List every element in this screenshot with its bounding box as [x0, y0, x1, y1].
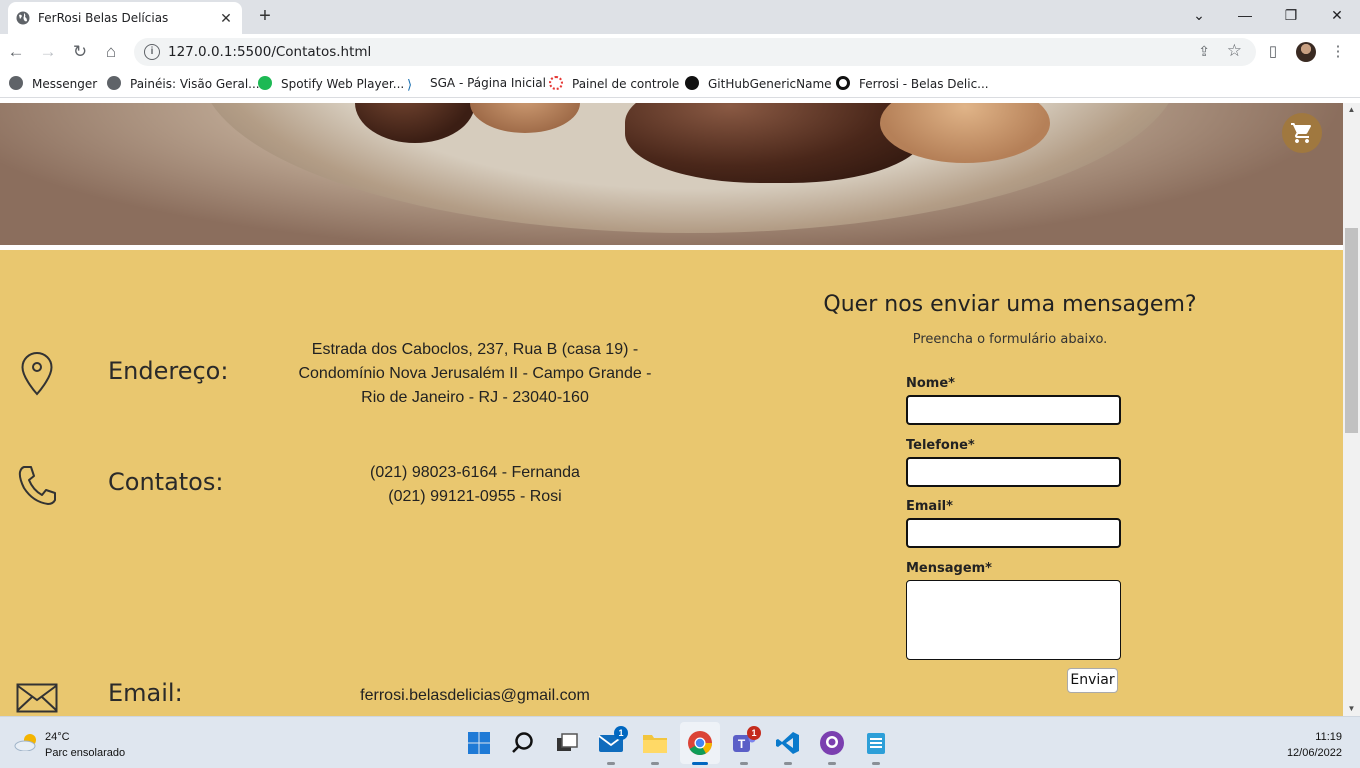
screen: FerRosi Belas Delícias ✕ + ⌄ — ❐ ✕ ← → ↻…: [0, 0, 1360, 768]
browser-toolbar: ← → ↻ ⌂ i 127.0.0.1:5500/Contatos.html ⇪…: [0, 34, 1360, 70]
envelope-icon: [16, 683, 58, 713]
name-field-label: Nome*: [906, 376, 955, 391]
file-explorer-icon[interactable]: [642, 730, 668, 765]
location-pin-icon: [21, 351, 53, 396]
tab-title: FerRosi Belas Delícias: [38, 11, 169, 25]
scroll-up-icon[interactable]: ▲: [1343, 103, 1360, 117]
message-textarea[interactable]: [906, 580, 1121, 660]
forward-arrow-icon[interactable]: →: [37, 41, 59, 63]
teams-badge: 1: [747, 726, 761, 740]
svg-text:T: T: [738, 737, 746, 751]
chrome-icon[interactable]: [687, 730, 713, 765]
weather-temp[interactable]: 24°C: [45, 731, 70, 743]
address-label: Endereço:: [108, 357, 229, 385]
globe-icon: [107, 76, 121, 90]
email-field[interactable]: [906, 518, 1121, 548]
windows-taskbar: 24°C Parc ensolarado 1 T 1 11:19 12/06/2…: [0, 716, 1360, 768]
url-text[interactable]: 127.0.0.1:5500/Contatos.html: [168, 44, 371, 60]
dotted-ring-icon: [549, 76, 563, 90]
menu-dots-icon[interactable]: ⋮: [1328, 42, 1348, 62]
bookmark-paineis[interactable]: Painéis: Visão Geral...: [107, 76, 260, 92]
clock-date[interactable]: 12/06/2022: [1287, 747, 1342, 759]
mail-icon[interactable]: 1: [598, 726, 628, 765]
cart-button[interactable]: [1282, 113, 1322, 153]
browser-tabbar: FerRosi Belas Delícias ✕ + ⌄ — ❐ ✕: [0, 0, 1360, 34]
github-icon: [685, 76, 699, 90]
site-info-icon[interactable]: i: [144, 44, 160, 60]
hero-image: [0, 103, 1343, 245]
email-label: Email:: [108, 679, 183, 707]
github-desktop-icon[interactable]: [819, 730, 845, 765]
address-bar[interactable]: i 127.0.0.1:5500/Contatos.html ⇪ ☆: [134, 38, 1256, 66]
scroll-down-icon[interactable]: ▼: [1343, 702, 1360, 716]
restore-button[interactable]: ❐: [1276, 4, 1306, 26]
phone-field-label: Telefone*: [906, 438, 975, 453]
reload-icon[interactable]: ↻: [69, 41, 91, 63]
phone-field[interactable]: [906, 457, 1121, 487]
bookmark-spotify[interactable]: Spotify Web Player...: [258, 76, 404, 92]
address-value: Estrada dos Caboclos, 237, Rua B (casa 1…: [298, 341, 652, 406]
ferrosi-icon: [836, 76, 850, 90]
submit-button[interactable]: Enviar: [1067, 668, 1118, 693]
bookmark-sga[interactable]: ⟩ SGA - Página Inicial: [407, 76, 546, 93]
contacts-label: Contatos:: [108, 468, 224, 496]
notepad-icon[interactable]: [863, 730, 889, 765]
browser-tab[interactable]: FerRosi Belas Delícias ✕: [8, 2, 242, 34]
bookmark-ferrosi[interactable]: Ferrosi - Belas Delic...: [836, 76, 989, 92]
spotify-icon: [258, 76, 272, 90]
bookmark-star-icon[interactable]: ☆: [1227, 41, 1242, 61]
minimize-button[interactable]: —: [1230, 4, 1260, 26]
close-window-button[interactable]: ✕: [1322, 4, 1352, 26]
cart-icon: [1291, 123, 1312, 143]
message-field-label: Mensagem*: [906, 561, 992, 576]
contact-section: Endereço: Estrada dos Caboclos, 237, Rua…: [0, 250, 1343, 716]
page-viewport: Endereço: Estrada dos Caboclos, 237, Rua…: [0, 103, 1343, 716]
tab-search-icon[interactable]: ⌄: [1184, 4, 1214, 26]
email-value[interactable]: ferrosi.belasdelicias@gmail.com: [285, 684, 665, 708]
globe-icon: [16, 11, 30, 25]
back-arrow-icon[interactable]: ←: [5, 41, 27, 63]
form-title: Quer nos enviar uma mensagem?: [823, 292, 1197, 317]
new-tab-button[interactable]: +: [256, 6, 274, 26]
bookmark-painel-controle[interactable]: Painel de controle: [549, 76, 679, 92]
weather-desc[interactable]: Parc ensolarado: [45, 747, 125, 759]
share-icon[interactable]: ⇪: [1198, 43, 1210, 60]
sga-icon: ⟩: [407, 78, 413, 93]
tab-close-icon[interactable]: ✕: [218, 10, 234, 26]
phone-line-rosi: (021) 99121-0955 - Rosi: [388, 488, 562, 505]
phone-line-fernanda: (021) 98023-6164 - Fernanda: [370, 464, 580, 481]
phone-icon: [18, 466, 56, 505]
bookmark-messenger[interactable]: Messenger: [9, 76, 97, 92]
form-subtitle: Preencha o formulário abaixo.: [912, 332, 1108, 347]
scroll-thumb[interactable]: [1345, 228, 1358, 433]
vscode-icon[interactable]: [775, 730, 801, 765]
profile-avatar[interactable]: [1296, 42, 1316, 62]
partly-sunny-icon[interactable]: [14, 733, 40, 751]
globe-icon: [9, 76, 23, 90]
windows-start-icon[interactable]: [466, 730, 492, 756]
task-view-icon[interactable]: [554, 730, 580, 756]
teams-icon[interactable]: T 1: [731, 726, 761, 765]
bookmarks-bar: Messenger Painéis: Visão Geral... Spotif…: [0, 70, 1360, 98]
side-panel-icon[interactable]: ▯: [1263, 42, 1283, 62]
home-icon[interactable]: ⌂: [100, 41, 122, 63]
search-icon[interactable]: [510, 730, 536, 756]
name-field[interactable]: [906, 395, 1121, 425]
clock-time[interactable]: 11:19: [1315, 731, 1342, 743]
bookmark-github[interactable]: GitHubGenericName: [685, 76, 832, 92]
email-field-label: Email*: [906, 499, 953, 514]
mail-badge: 1: [614, 726, 628, 740]
page-scrollbar[interactable]: ▲ ▼: [1343, 103, 1360, 716]
